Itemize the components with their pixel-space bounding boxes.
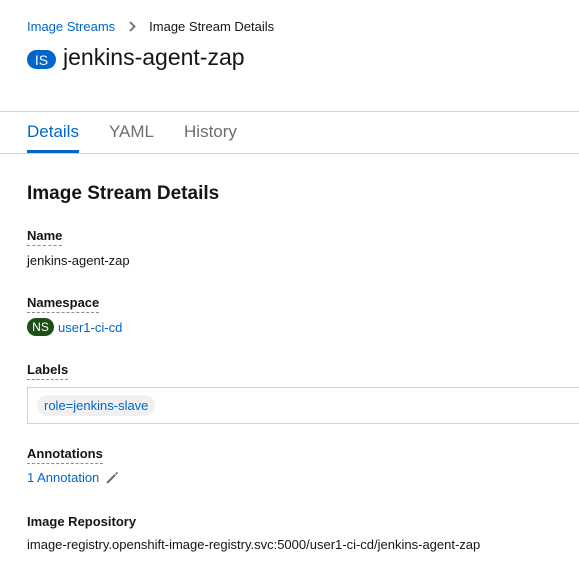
- breadcrumb: Image Streams Image Stream Details: [27, 19, 274, 34]
- pencil-icon[interactable]: [105, 471, 119, 485]
- labels-label[interactable]: Labels: [27, 362, 69, 380]
- image-repository-label: Image Repository: [27, 514, 137, 529]
- label-chip[interactable]: role=jenkins-slave: [37, 395, 156, 416]
- image-stream-badge: IS: [27, 50, 56, 69]
- image-repository-value: image-registry.openshift-image-registry.…: [27, 537, 481, 552]
- annotations-label[interactable]: Annotations: [27, 446, 103, 464]
- page-title: jenkins-agent-zap: [63, 44, 245, 70]
- annotations-value: 1 Annotation: [27, 470, 119, 485]
- breadcrumb-current: Image Stream Details: [149, 19, 275, 34]
- tabs-divider: [0, 153, 579, 154]
- annotations-link[interactable]: 1 Annotation: [27, 470, 99, 485]
- namespace-label[interactable]: Namespace: [27, 295, 100, 313]
- breadcrumb-image-streams-link[interactable]: Image Streams: [27, 19, 115, 34]
- tab-yaml[interactable]: YAML: [109, 112, 154, 153]
- tab-bar: Details YAML History: [27, 112, 267, 153]
- namespace-badge: NS: [27, 318, 54, 336]
- labels-list: role=jenkins-slave: [27, 387, 579, 424]
- tab-details[interactable]: Details: [27, 112, 79, 153]
- name-value: jenkins-agent-zap: [27, 253, 130, 268]
- namespace-link[interactable]: user1-ci-cd: [58, 320, 122, 335]
- tab-history[interactable]: History: [184, 112, 237, 153]
- section-title: Image Stream Details: [27, 183, 220, 204]
- page-header: IS jenkins-agent-zap: [27, 44, 245, 71]
- namespace-value: NS user1-ci-cd: [27, 318, 122, 336]
- name-label[interactable]: Name: [27, 228, 63, 246]
- chevron-right-icon: [129, 21, 136, 32]
